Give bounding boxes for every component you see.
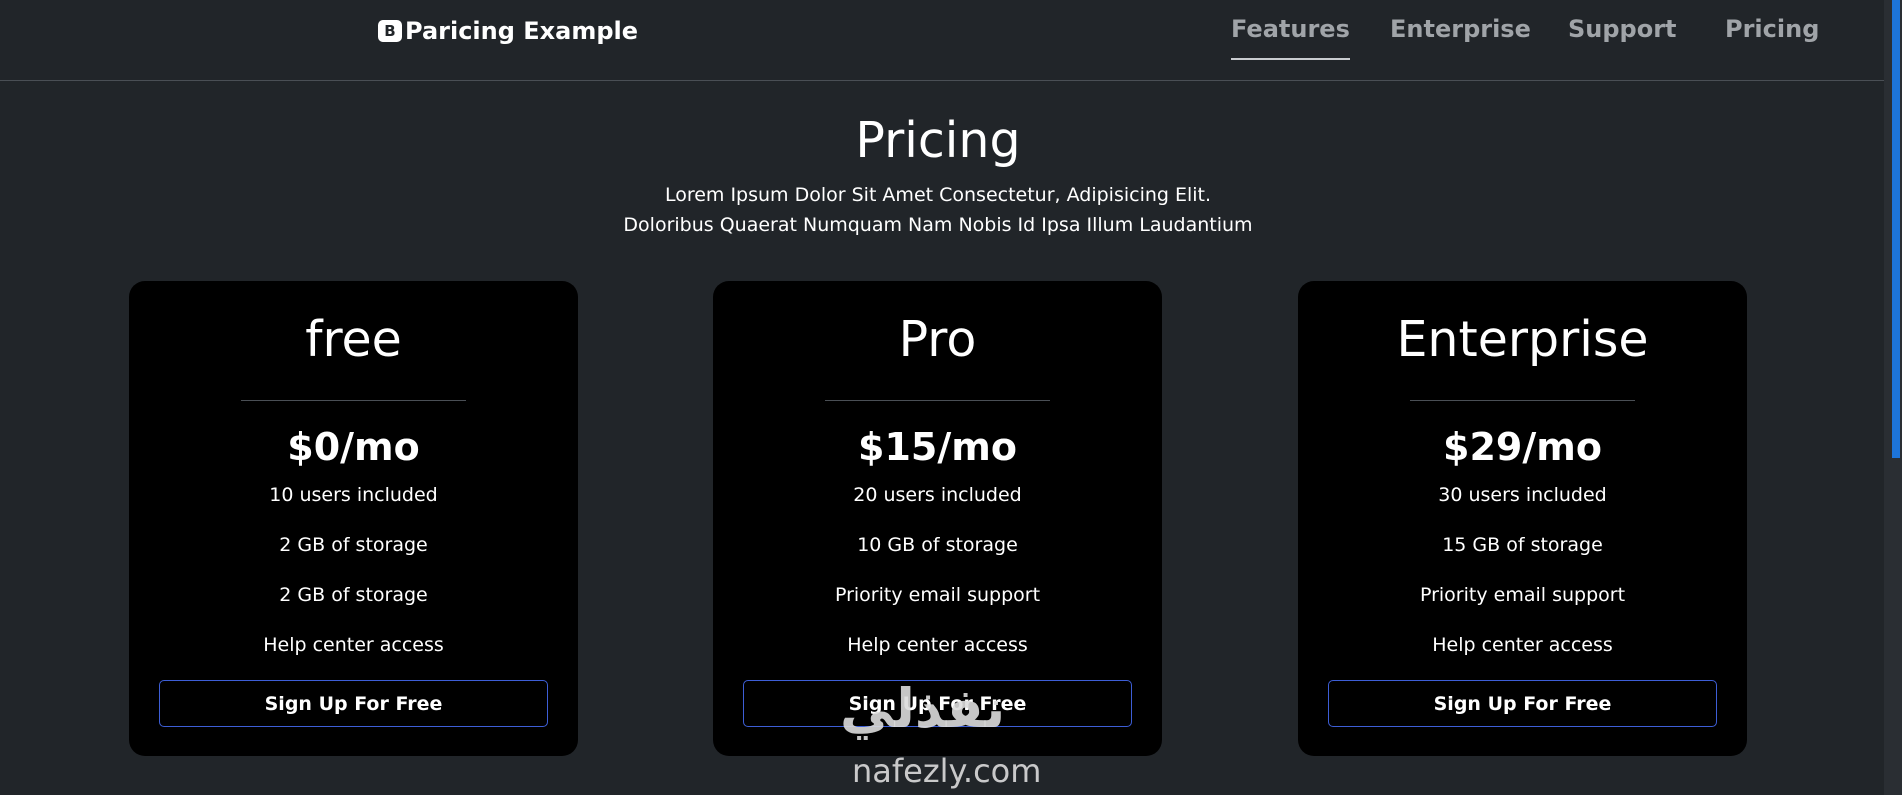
scrollbar-thumb[interactable]	[1892, 0, 1900, 458]
page-title: Pricing	[855, 112, 1021, 169]
plan-feature: 2 GB of storage	[279, 534, 428, 556]
watermark-arabic: نفذلي	[840, 677, 1006, 740]
signup-button-free[interactable]: Sign Up For Free	[159, 680, 548, 727]
plan-feature: Priority email support	[1419, 584, 1626, 606]
plan-title: Pro	[898, 311, 977, 368]
top-navbar: B Paricing Example Features Enterprise S…	[0, 0, 1884, 81]
hero-description-line-2: Doloribus Quaerat Numquam Nam Nobis Id I…	[623, 214, 1253, 236]
brand-link[interactable]: B Paricing Example	[378, 16, 638, 46]
plan-feature: Help center access	[1432, 634, 1613, 656]
plan-feature: 20 users included	[853, 484, 1022, 506]
hero-description-line-1: Lorem Ipsum Dolor Sit Amet Consectetur, …	[664, 184, 1212, 206]
plan-feature: Help center access	[847, 634, 1028, 656]
nav-link-features[interactable]: Features	[1231, 14, 1350, 60]
plan-feature: Help center access	[263, 634, 444, 656]
plan-feature: 10 GB of storage	[857, 534, 1018, 556]
pricing-card-free: free $0/mo 10 users included 2 GB of sto…	[129, 281, 578, 756]
bootstrap-logo-icon: B	[378, 20, 402, 42]
card-divider	[241, 400, 466, 401]
plan-feature: 2 GB of storage	[279, 584, 428, 606]
page-scrollbar[interactable]	[1884, 0, 1902, 795]
plan-feature: 10 users included	[269, 484, 438, 506]
plan-price: $29/mo	[1443, 425, 1602, 469]
plan-title: Enterprise	[1396, 311, 1649, 368]
plan-price: $15/mo	[858, 425, 1017, 469]
card-divider	[1410, 400, 1635, 401]
card-divider	[825, 400, 1050, 401]
page: B Paricing Example Features Enterprise S…	[0, 0, 1902, 795]
pricing-card-enterprise: Enterprise $29/mo 30 users included 15 G…	[1298, 281, 1747, 756]
plan-price: $0/mo	[287, 425, 420, 469]
brand-name: Paricing Example	[405, 17, 639, 45]
signup-button-enterprise[interactable]: Sign Up For Free	[1328, 680, 1717, 727]
nav-link-enterprise[interactable]: Enterprise	[1390, 14, 1531, 60]
watermark-latin: nafezly.com	[852, 752, 1042, 790]
plan-feature: 15 GB of storage	[1442, 534, 1603, 556]
nav-link-pricing[interactable]: Pricing	[1725, 14, 1819, 60]
plan-title: free	[305, 311, 402, 368]
plan-feature: 30 users included	[1438, 484, 1607, 506]
nav-link-support[interactable]: Support	[1568, 14, 1677, 60]
plan-feature: Priority email support	[834, 584, 1041, 606]
